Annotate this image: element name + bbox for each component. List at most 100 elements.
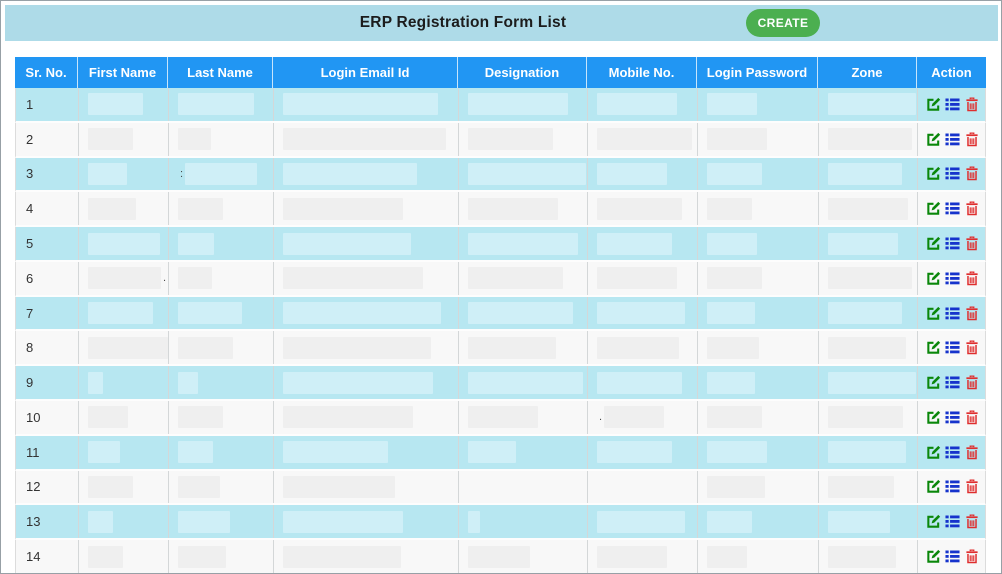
details-button[interactable] xyxy=(945,479,961,495)
edit-button[interactable] xyxy=(926,270,942,286)
redacted-text xyxy=(88,93,143,115)
table-row: 11 xyxy=(15,436,986,471)
edit-icon xyxy=(926,410,941,425)
edit-button[interactable] xyxy=(926,409,942,425)
details-button[interactable] xyxy=(945,236,961,252)
edit-button[interactable] xyxy=(926,131,942,147)
edit-button[interactable] xyxy=(926,549,942,565)
details-button[interactable] xyxy=(945,340,961,356)
redacted-text xyxy=(178,233,214,255)
details-button[interactable] xyxy=(945,305,961,321)
redacted-text xyxy=(828,476,894,498)
column-header-login-password: Login Password xyxy=(697,57,818,88)
cell-mobile-no xyxy=(588,158,698,191)
cell-first-name xyxy=(79,401,169,434)
list-icon xyxy=(945,549,960,564)
details-button[interactable] xyxy=(945,444,961,460)
delete-button[interactable] xyxy=(964,236,980,252)
table-row: 13 xyxy=(15,505,986,540)
edit-button[interactable] xyxy=(926,201,942,217)
cell-login-password xyxy=(698,297,819,330)
cell-designation xyxy=(459,366,588,399)
trash-icon xyxy=(965,410,979,425)
redacted-text xyxy=(178,93,254,115)
edit-button[interactable] xyxy=(926,375,942,391)
cell-sr-no: 1 xyxy=(16,88,79,121)
delete-button[interactable] xyxy=(964,305,980,321)
edit-button[interactable] xyxy=(926,444,942,460)
delete-button[interactable] xyxy=(964,131,980,147)
redacted-text xyxy=(88,198,136,220)
details-button[interactable] xyxy=(945,201,961,217)
table-row: 1 xyxy=(15,88,986,123)
delete-button[interactable] xyxy=(964,409,980,425)
redacted-text xyxy=(88,233,160,255)
redacted-text xyxy=(88,476,133,498)
redacted-text xyxy=(185,163,257,185)
cell-zone xyxy=(819,505,918,538)
column-header-first-name: First Name xyxy=(78,57,168,88)
details-button[interactable] xyxy=(945,375,961,391)
delete-button[interactable] xyxy=(964,166,980,182)
cell-mobile-no xyxy=(588,366,698,399)
trash-icon xyxy=(965,549,979,564)
edit-button[interactable] xyxy=(926,236,942,252)
cell-last-name xyxy=(169,436,274,469)
redacted-text xyxy=(597,267,677,289)
column-header-mobile-no: Mobile No. xyxy=(587,57,697,88)
table-row: 10 . xyxy=(15,401,986,436)
cell-zone xyxy=(819,471,918,504)
edit-button[interactable] xyxy=(926,340,942,356)
redacted-text xyxy=(88,546,123,568)
cell-last-name xyxy=(169,471,274,504)
edit-button[interactable] xyxy=(926,514,942,530)
list-icon xyxy=(945,97,960,112)
cell-login-email-id xyxy=(274,192,459,225)
cell-login-email-id xyxy=(274,88,459,121)
details-button[interactable] xyxy=(945,131,961,147)
cell-action xyxy=(918,123,986,156)
delete-button[interactable] xyxy=(964,96,980,112)
delete-button[interactable] xyxy=(964,514,980,530)
edit-button[interactable] xyxy=(926,479,942,495)
edit-button[interactable] xyxy=(926,166,942,182)
redacted-text xyxy=(707,302,755,324)
cell-login-password xyxy=(698,262,819,295)
edit-button[interactable] xyxy=(926,96,942,112)
delete-button[interactable] xyxy=(964,444,980,460)
cell-first-name xyxy=(79,471,169,504)
delete-button[interactable] xyxy=(964,479,980,495)
details-button[interactable] xyxy=(945,549,961,565)
redacted-text xyxy=(88,406,128,428)
cell-zone xyxy=(819,366,918,399)
cell-login-email-id xyxy=(274,401,459,434)
cell-first-name xyxy=(79,158,169,191)
list-icon xyxy=(945,514,960,529)
delete-button[interactable] xyxy=(964,201,980,217)
redacted-text xyxy=(178,337,233,359)
delete-button[interactable] xyxy=(964,270,980,286)
edit-icon xyxy=(926,479,941,494)
details-button[interactable] xyxy=(945,96,961,112)
cell-login-password xyxy=(698,227,819,260)
details-button[interactable] xyxy=(945,409,961,425)
redacted-text xyxy=(597,337,679,359)
cell-sr-no: 3 xyxy=(16,158,79,191)
details-button[interactable] xyxy=(945,166,961,182)
cell-login-email-id xyxy=(274,262,459,295)
delete-button[interactable] xyxy=(964,375,980,391)
cell-mobile-no xyxy=(588,471,698,504)
list-icon xyxy=(945,132,960,147)
edit-button[interactable] xyxy=(926,305,942,321)
redacted-text xyxy=(597,198,682,220)
redacted-text xyxy=(178,511,230,533)
delete-button[interactable] xyxy=(964,549,980,565)
details-button[interactable] xyxy=(945,270,961,286)
cell-login-email-id xyxy=(274,227,459,260)
cell-mobile-no xyxy=(588,88,698,121)
list-icon xyxy=(945,236,960,251)
details-button[interactable] xyxy=(945,514,961,530)
delete-button[interactable] xyxy=(964,340,980,356)
cell-sr-no: 6 xyxy=(16,262,79,295)
create-button[interactable]: CREATE xyxy=(746,9,820,37)
